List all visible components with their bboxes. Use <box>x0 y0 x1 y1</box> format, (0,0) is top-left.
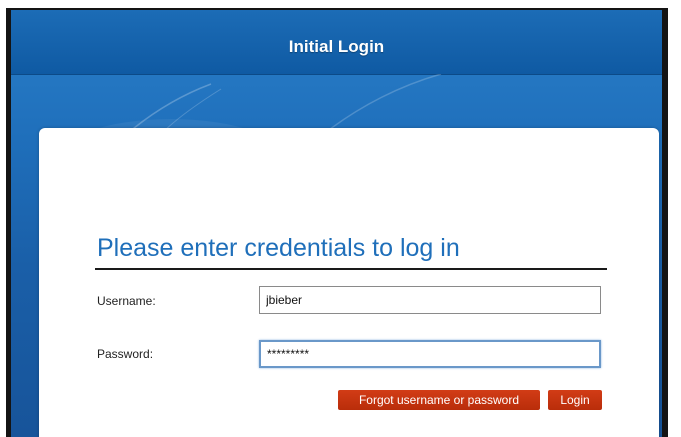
password-field[interactable] <box>259 340 601 368</box>
title-bar: Initial Login <box>11 10 662 75</box>
username-label: Username: <box>97 294 156 308</box>
window-title: Initial Login <box>288 37 385 56</box>
page-title: Please enter credentials to log in <box>97 234 460 262</box>
login-button[interactable]: Login <box>548 390 602 410</box>
username-field[interactable] <box>259 286 601 314</box>
heading-divider <box>95 268 607 270</box>
login-window: Initial Login Please enter credentials t… <box>6 8 668 437</box>
login-panel: Please enter credentials to log in Usern… <box>39 128 659 437</box>
password-label: Password: <box>97 347 154 361</box>
forgot-credentials-button[interactable]: Forgot username or password <box>338 390 540 410</box>
